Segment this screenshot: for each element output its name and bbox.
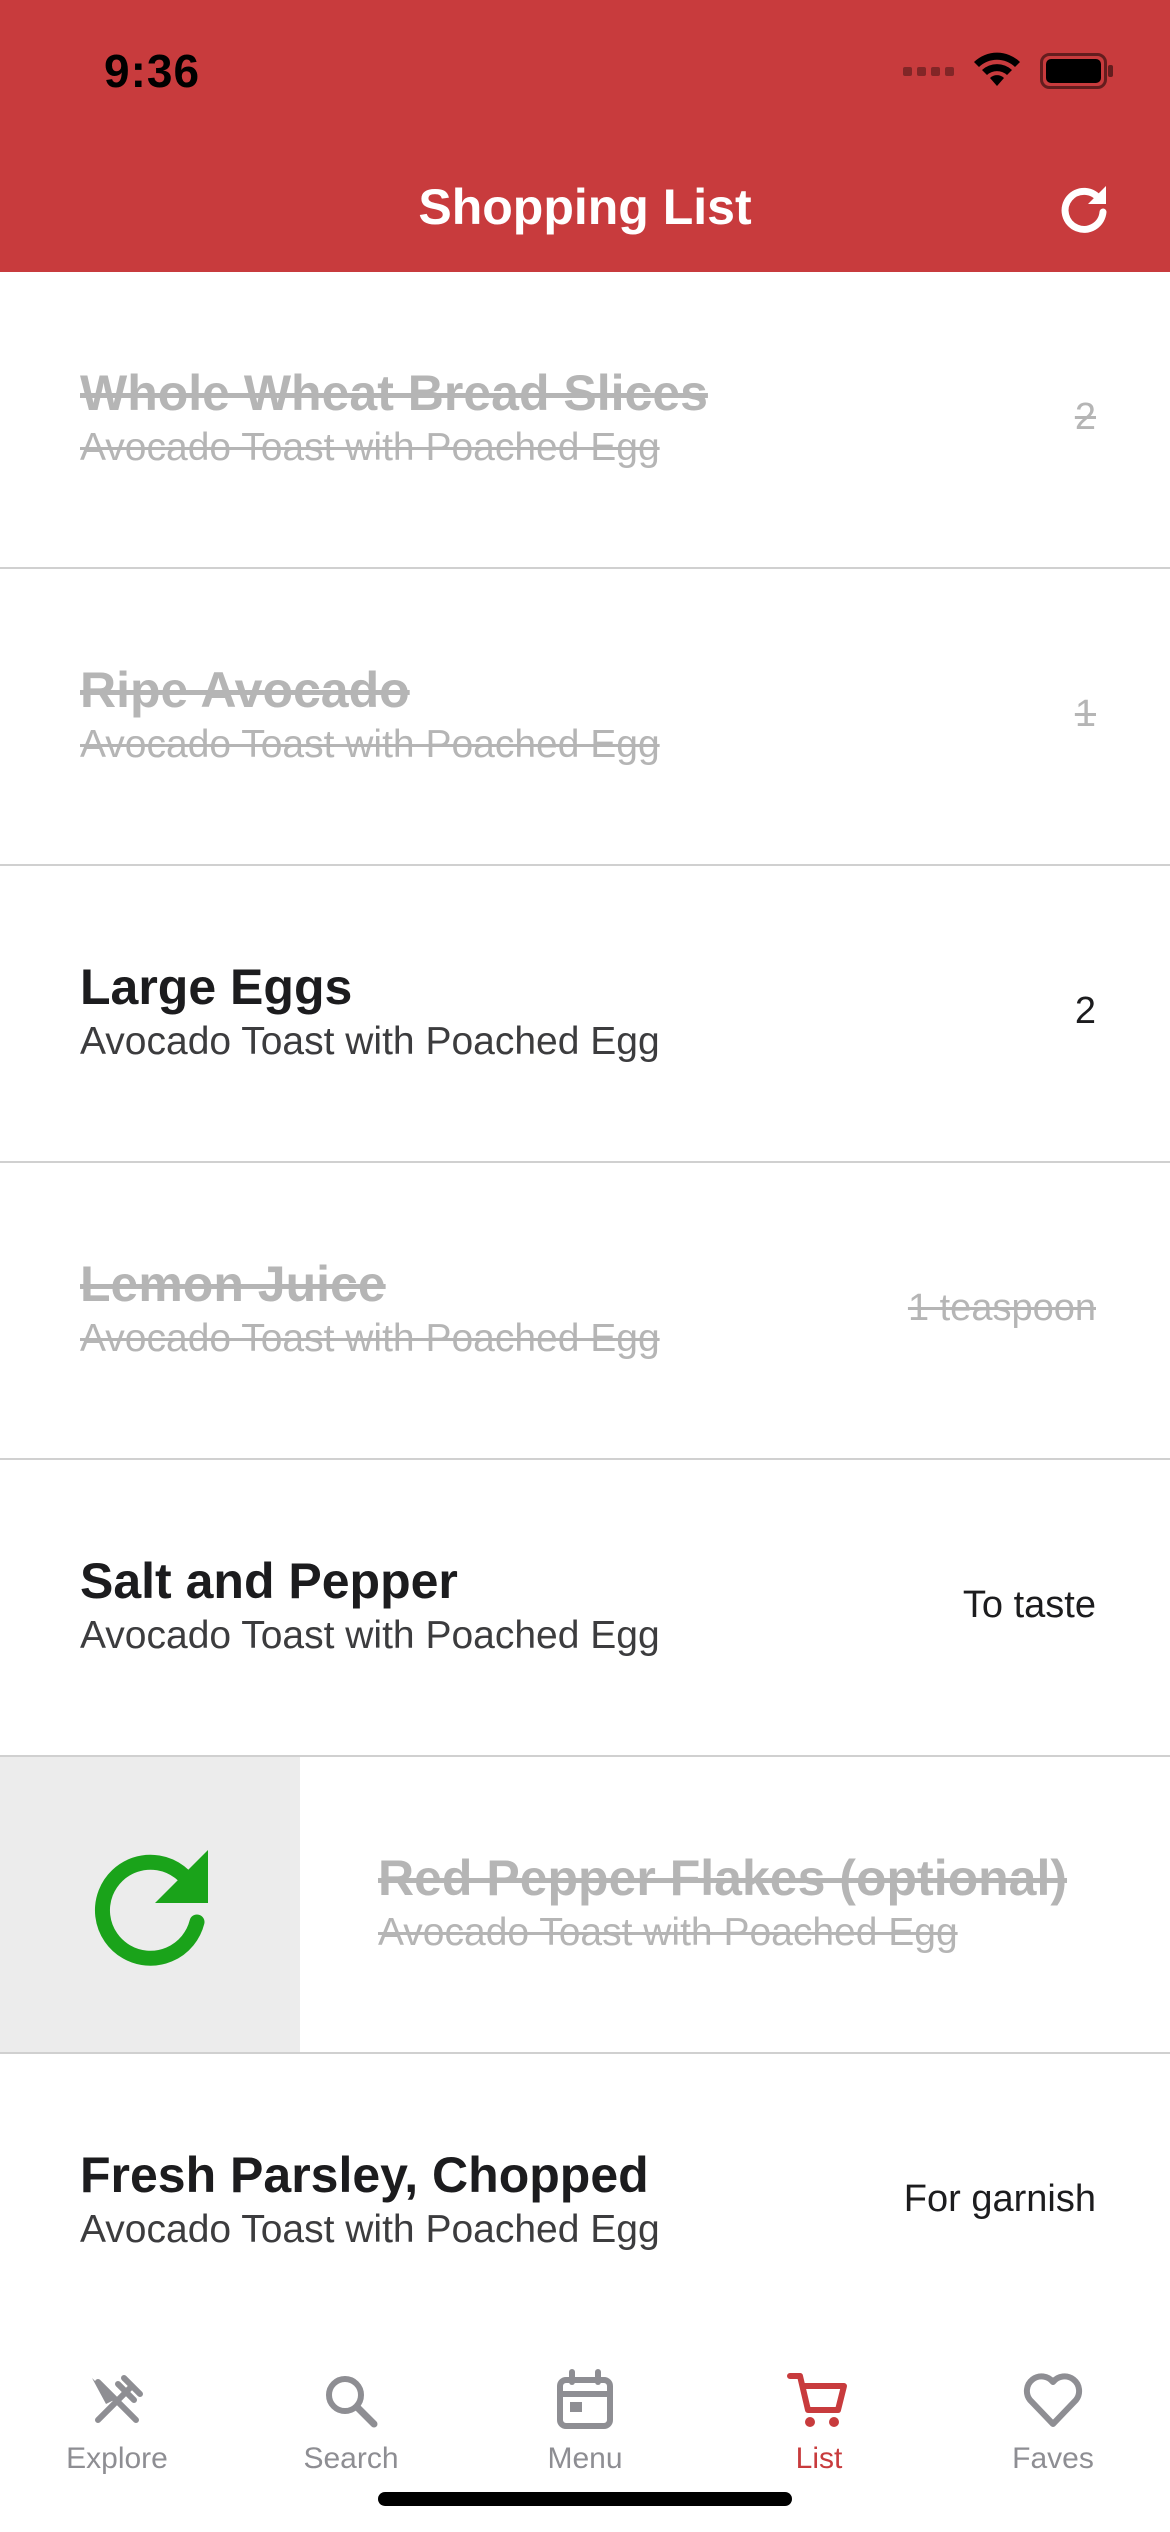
page-title: Shopping List [418, 179, 752, 235]
list-item[interactable]: Ripe Avocado Avocado Toast with Poached … [0, 569, 1170, 866]
item-recipe: Avocado Toast with Poached Egg [80, 1317, 660, 1360]
item-name: Large Eggs [80, 959, 353, 1015]
item-recipe: Avocado Toast with Poached Egg [80, 723, 660, 766]
tab-menu[interactable]: Menu [468, 2368, 702, 2476]
home-indicator [378, 2492, 792, 2506]
item-name: Lemon Juice [80, 1256, 386, 1312]
item-quantity: For garnish [903, 2178, 1096, 2220]
item-recipe: Avocado Toast with Poached Egg [80, 2208, 660, 2251]
item-name: Whole Wheat Bread Slices [80, 365, 708, 421]
status-time: 9:36 [104, 45, 201, 97]
list-item[interactable]: Salt and Pepper Avocado Toast with Poach… [0, 1460, 1170, 1757]
cart-icon [787, 2373, 847, 2427]
item-quantity: 2 [1074, 396, 1096, 438]
item-recipe: Avocado Toast with Poached Egg [80, 426, 660, 469]
tab-label: Faves [1012, 2442, 1094, 2475]
tab-search[interactable]: Search [234, 2368, 468, 2476]
item-name: Red Pepper Flakes (optional) [378, 1850, 1068, 1906]
item-quantity: To taste [962, 1584, 1096, 1626]
tab-label: Menu [547, 2442, 623, 2475]
restore-icon [95, 1849, 208, 1966]
item-recipe: Avocado Toast with Poached Egg [80, 1020, 660, 1063]
status-icons [903, 52, 1114, 90]
fork-knife-icon [92, 2375, 143, 2423]
list-item[interactable]: Large Eggs Avocado Toast with Poached Eg… [0, 866, 1170, 1163]
refresh-icon[interactable] [1054, 178, 1114, 238]
item-quantity: 1 teaspoon [907, 1287, 1096, 1329]
list-item[interactable]: Fresh Parsley, Chopped Avocado Toast wit… [0, 2054, 1170, 2351]
item-name: Salt and Pepper [80, 1553, 458, 1609]
item-name: Fresh Parsley, Chopped [80, 2147, 649, 2203]
search-icon [326, 2376, 378, 2428]
cellular-signal-icon [903, 66, 954, 76]
item-recipe: Avocado Toast with Poached Egg [80, 1614, 660, 1657]
calendar-icon [557, 2369, 613, 2429]
list-item[interactable]: Whole Wheat Bread Slices Avocado Toast w… [0, 272, 1170, 569]
restore-action-button[interactable] [0, 1757, 300, 2052]
item-recipe: Avocado Toast with Poached Egg [378, 1911, 958, 1954]
list-item-swiped[interactable]: Red Pepper Flakes (optional) Avocado Toa… [0, 1757, 1170, 2054]
item-quantity: 2 [1074, 990, 1096, 1032]
battery-icon [1040, 53, 1113, 89]
list-item[interactable]: Lemon Juice Avocado Toast with Poached E… [0, 1163, 1170, 1460]
tab-explore[interactable]: Explore [0, 2368, 234, 2476]
item-quantity: 1 [1074, 693, 1096, 735]
app-header: 9:36 Shopping List [0, 0, 1170, 272]
tab-label: List [795, 2442, 843, 2475]
tab-list[interactable]: List [702, 2368, 936, 2476]
wifi-icon [974, 52, 1020, 86]
item-name: Ripe Avocado [80, 662, 410, 718]
shopping-list: Whole Wheat Bread Slices Avocado Toast w… [0, 272, 1170, 2351]
tab-faves[interactable]: Faves [936, 2368, 1170, 2476]
heart-icon [1023, 2373, 1083, 2427]
tab-label: Explore [66, 2442, 168, 2475]
tab-label: Search [303, 2442, 399, 2475]
